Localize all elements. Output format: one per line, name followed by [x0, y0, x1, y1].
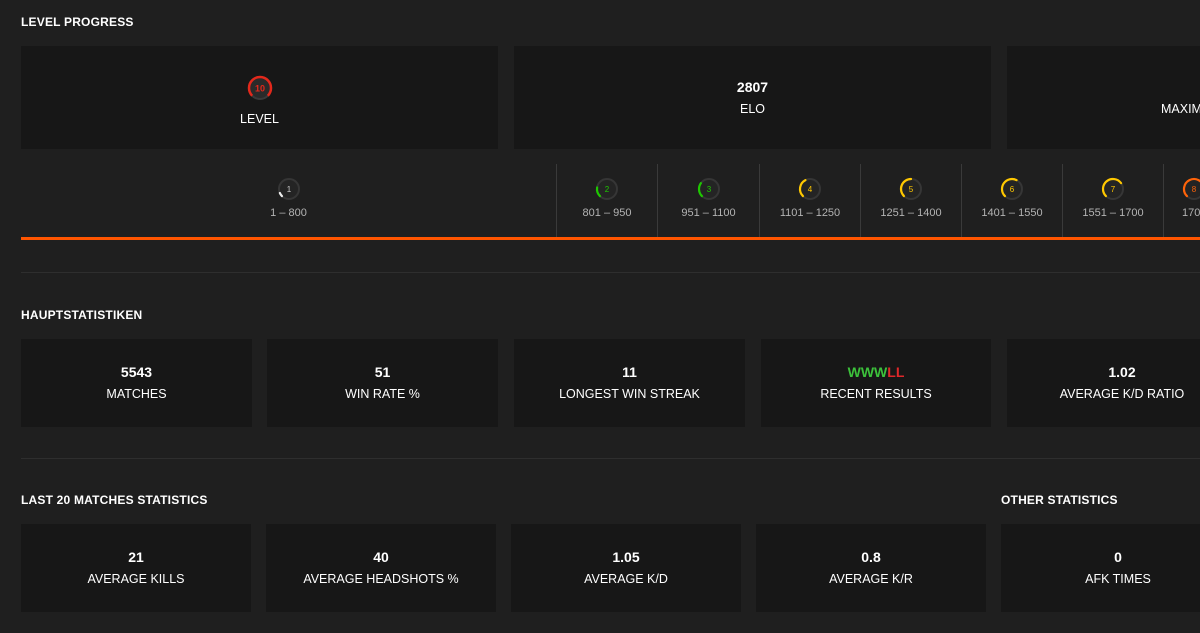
average-kd-ratio-card: 1.02 AVERAGE K/D RATIO — [1007, 339, 1200, 427]
level-number: 4 — [808, 185, 813, 194]
matches-label: MATCHES — [106, 387, 167, 401]
level-range: 170 — [1182, 207, 1200, 219]
other-stats-title: OTHER STATISTICS — [1001, 493, 1118, 507]
level-cell-5: 5 1251 – 1400 — [861, 164, 961, 238]
level-number: 2 — [605, 185, 610, 194]
elo-label: ELO — [739, 101, 765, 116]
level-range: 1551 – 1700 — [1082, 207, 1144, 219]
level-cell-3: 3 951 – 1100 — [658, 164, 759, 238]
average-kr-value: 0.8 — [861, 549, 881, 565]
level-6-icon: 6 — [1000, 177, 1023, 200]
level-cell-1: 1 1 – 800 — [21, 164, 556, 238]
level-4-icon: 4 — [798, 178, 821, 200]
recent-wins: WWW — [847, 364, 888, 380]
matches-card: 5543 MATCHES — [21, 339, 252, 427]
level-1-icon: 1 — [277, 178, 300, 200]
level-cell-8: 8 170 — [1164, 164, 1200, 238]
level-label: LEVEL — [240, 111, 279, 126]
max-elo-label: MAXIM — [1161, 101, 1200, 116]
divider — [21, 458, 1200, 459]
average-kd-ratio-label: AVERAGE K/D RATIO — [1059, 387, 1185, 401]
average-kills-card: 21 AVERAGE KILLS — [21, 524, 251, 612]
level-progress-title: LEVEL PROGRESS — [21, 15, 134, 29]
level-range: 1101 – 1250 — [779, 207, 841, 219]
level-number: 3 — [706, 185, 711, 194]
elo-card: 2807 ELO — [514, 46, 991, 149]
level-range: 1251 – 1400 — [880, 207, 942, 219]
level-cell-4: 4 1101 – 1250 — [760, 164, 860, 238]
level-progress-bar — [21, 237, 1200, 240]
recent-results-value: WWWLL — [848, 363, 905, 381]
divider — [21, 272, 1200, 273]
main-stats-title: HAUPTSTATISTIKEN — [21, 308, 143, 322]
recent-losses: LL — [887, 364, 905, 380]
elo-value: 2807 — [736, 78, 769, 95]
level-8-icon: 8 — [1182, 177, 1200, 200]
level-number: 8 — [1192, 185, 1197, 194]
level-range: 1 – 800 — [270, 207, 307, 219]
level-number: 7 — [1111, 185, 1116, 194]
level-cell-7: 7 1551 – 1700 — [1063, 164, 1163, 238]
matches-value: 5543 — [120, 364, 153, 380]
average-kd-value: 1.05 — [612, 549, 640, 565]
longest-win-streak-value: 11 — [622, 364, 637, 380]
average-kd-ratio-value: 1.02 — [1108, 364, 1136, 380]
level-range: 951 – 1100 — [681, 207, 736, 219]
average-headshots-card: 40 AVERAGE HEADSHOTS % — [266, 524, 496, 612]
afk-times-label: AFK TIMES — [1085, 572, 1151, 586]
average-headshots-value: 40 — [373, 549, 389, 565]
average-kd-card: 1.05 AVERAGE K/D — [511, 524, 741, 612]
average-kills-value: 21 — [128, 549, 144, 565]
longest-win-streak-label: LONGEST WIN STREAK — [559, 387, 700, 401]
afk-times-card: 0 AFK TIMES — [1001, 524, 1200, 612]
level-number: 1 — [286, 185, 291, 194]
win-rate-value: 51 — [374, 364, 391, 380]
win-rate-label: WIN RATE % — [345, 387, 420, 401]
win-rate-card: 51 WIN RATE % — [267, 339, 498, 427]
level-2-icon: 2 — [595, 178, 618, 200]
level-range: 801 – 950 — [582, 207, 632, 219]
average-kd-label: AVERAGE K/D — [584, 572, 668, 586]
svg-text:10: 10 — [254, 83, 264, 93]
level-3-icon: 3 — [697, 178, 720, 200]
average-kr-label: AVERAGE K/R — [829, 572, 913, 586]
recent-results-label: RECENT RESULTS — [820, 387, 932, 401]
current-level-card: 10 LEVEL — [21, 46, 498, 149]
level-7-icon: 7 — [1101, 177, 1124, 200]
recent-results-card: WWWLL RECENT RESULTS — [761, 339, 991, 427]
level-5-icon: 5 — [899, 177, 922, 200]
level-number: 6 — [1010, 185, 1015, 194]
last20-title: LAST 20 MATCHES STATISTICS — [21, 493, 208, 507]
level-range: 1401 – 1550 — [981, 207, 1043, 219]
level-cell-2: 2 801 – 950 — [557, 164, 657, 238]
longest-win-streak-card: 11 LONGEST WIN STREAK — [514, 339, 745, 427]
level-number: 5 — [909, 185, 914, 194]
afk-times-value: 0 — [1114, 549, 1122, 565]
average-kr-card: 0.8 AVERAGE K/R — [756, 524, 986, 612]
average-headshots-label: AVERAGE HEADSHOTS % — [303, 572, 459, 586]
level-10-icon: 10 — [247, 75, 272, 100]
level-cell-6: 6 1401 – 1550 — [962, 164, 1062, 238]
max-elo-card: 0 MAXIM — [1007, 46, 1200, 149]
average-kills-label: AVERAGE KILLS — [87, 572, 185, 586]
